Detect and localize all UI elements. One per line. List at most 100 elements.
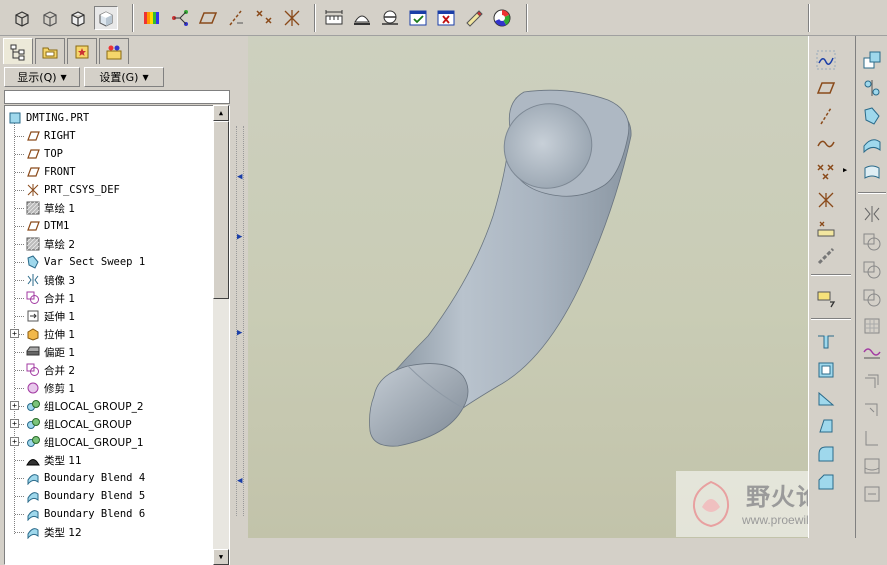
expand-toggle-icon[interactable]: +	[10, 401, 19, 410]
close-window-icon[interactable]	[434, 6, 458, 30]
tree-vertical-scrollbar[interactable]: ▲ ▼	[213, 105, 229, 565]
datum-display-icon[interactable]	[168, 6, 192, 30]
settings-menu-button[interactable]: 设置(G) ▼	[84, 67, 164, 87]
datum-axis-display-icon[interactable]	[224, 6, 248, 30]
thicken-tool-icon[interactable]	[859, 426, 885, 450]
scroll-down-icon[interactable]: ▼	[213, 549, 229, 565]
collapse-left-icon[interactable]: ◀	[237, 172, 242, 182]
sweep-tool-icon[interactable]	[859, 104, 885, 128]
mirror-tool-icon[interactable]	[859, 202, 885, 226]
tree-item[interactable]: Var Sect Sweep 1	[25, 253, 145, 271]
extend-tool-icon[interactable]	[859, 398, 885, 422]
wireframe-view-icon[interactable]	[10, 6, 34, 30]
tree-item[interactable]: 类型 12	[25, 523, 82, 541]
phone-handset-model[interactable]	[248, 36, 808, 538]
tree-item[interactable]: Boundary Blend 5	[25, 487, 145, 505]
tree-item[interactable]: PRT_CSYS_DEF	[25, 181, 120, 199]
blend-tool-icon[interactable]	[859, 132, 885, 156]
chamfer-tool-icon[interactable]	[813, 470, 839, 494]
folder-browser-tab[interactable]	[35, 38, 65, 64]
csys-tool-icon[interactable]	[813, 188, 839, 212]
scroll-up-icon[interactable]: ▲	[213, 105, 229, 121]
connections-tab[interactable]	[99, 38, 129, 64]
tree-item[interactable]: 拉伸 1	[25, 325, 75, 343]
tree-item[interactable]: 延伸 1	[25, 307, 75, 325]
intersect-tool-icon[interactable]	[859, 286, 885, 310]
no-hidden-view-icon[interactable]	[66, 6, 90, 30]
draft-tool-icon[interactable]	[813, 414, 839, 438]
tree-item[interactable]: 合并 2	[25, 361, 75, 379]
expand-toggle-icon[interactable]: +	[10, 437, 19, 446]
model-tree-tab[interactable]	[3, 38, 33, 64]
trim-tool-icon[interactable]	[859, 258, 885, 282]
scroll-thumb[interactable]	[213, 121, 229, 299]
project-tool-icon[interactable]	[859, 454, 885, 478]
datum-plane-display-icon[interactable]	[196, 6, 220, 30]
tree-item[interactable]: 草绘 1	[25, 199, 75, 217]
main-toolbar	[0, 0, 887, 36]
tree-item[interactable]: Boundary Blend 4	[25, 469, 145, 487]
merge-tool-icon[interactable]	[859, 230, 885, 254]
tree-item[interactable]: 草绘 2	[25, 235, 75, 253]
tree-item[interactable]: Boundary Blend 6	[25, 505, 145, 523]
datum-axis-tool-icon[interactable]	[813, 104, 839, 128]
datum-plane-icon	[25, 165, 41, 179]
datum-curve-tool-icon[interactable]	[813, 132, 839, 156]
expand-right-icon[interactable]: ▶	[237, 232, 242, 242]
tree-item[interactable]: 组LOCAL_GROUP_1	[25, 433, 144, 451]
display-menu-button[interactable]: 显示(Q) ▼	[4, 67, 80, 87]
datum-csys-display-icon[interactable]	[280, 6, 304, 30]
tree-root-item[interactable]: DMTING.PRT	[7, 109, 89, 127]
tree-item[interactable]: DTM1	[25, 217, 69, 235]
tree-item-label: 草绘 1	[44, 202, 76, 215]
panel-splitter[interactable]: ◀ ▶ ▶ ◀	[234, 36, 248, 538]
boundary-tool-icon[interactable]	[859, 160, 885, 184]
copy-tool-icon[interactable]	[859, 48, 885, 72]
rib-tool-icon[interactable]	[813, 386, 839, 410]
tree-item[interactable]: 偏距 1	[25, 343, 75, 361]
tree-item[interactable]: 类型 11	[25, 451, 82, 469]
shaded-view-icon[interactable]	[94, 6, 118, 30]
datum-plane-tool-icon[interactable]	[813, 76, 839, 100]
expand-toggle-icon[interactable]: +	[10, 419, 19, 428]
tree-item[interactable]: 镜像 3	[25, 271, 75, 289]
render-icon[interactable]	[462, 6, 486, 30]
tree-item[interactable]: 修剪 1	[25, 379, 75, 397]
flyout-arrow-icon[interactable]: ▶	[843, 166, 847, 174]
shell-tool-icon[interactable]	[813, 358, 839, 382]
hidden-line-view-icon[interactable]	[38, 6, 62, 30]
tree-item[interactable]: TOP	[25, 145, 63, 163]
analysis-icon[interactable]	[378, 6, 402, 30]
hole-tool-icon[interactable]	[813, 330, 839, 354]
tree-item[interactable]: RIGHT	[25, 127, 76, 145]
wrap-tool-icon[interactable]	[859, 482, 885, 506]
offset-tool-icon[interactable]	[859, 370, 885, 394]
datum-point-display-icon[interactable]	[252, 6, 276, 30]
annotation-tool-icon[interactable]	[813, 286, 839, 310]
tree-item[interactable]: 组LOCAL_GROUP_2	[25, 397, 144, 415]
collapse-left-icon[interactable]: ◀	[237, 476, 242, 486]
sketch-tool-icon[interactable]	[813, 48, 839, 72]
tree-item[interactable]: 组LOCAL_GROUP	[25, 415, 132, 433]
expand-right-icon[interactable]: ▶	[237, 328, 242, 338]
favorites-tab[interactable]	[67, 38, 97, 64]
navigator-panel: 显示(Q) ▼ 设置(G) ▼ DMTING.PRT RIGHT TOP FRONT P…	[0, 36, 234, 565]
display-menu-label: 显示(Q)	[17, 71, 57, 84]
appearance-icon[interactable]	[490, 6, 514, 30]
round-tool-icon[interactable]	[813, 442, 839, 466]
datum-point-tool-icon[interactable]	[813, 160, 839, 184]
analysis-feature-icon[interactable]	[813, 216, 839, 240]
style-tool-icon[interactable]	[859, 342, 885, 366]
measure-icon[interactable]	[322, 6, 346, 30]
edit-window-icon[interactable]	[406, 6, 430, 30]
tree-item[interactable]: FRONT	[25, 163, 76, 181]
tree-item[interactable]: 合并 1	[25, 289, 75, 307]
color-appearance-icon[interactable]	[140, 6, 164, 30]
section-icon[interactable]	[350, 6, 374, 30]
pattern-tool-icon[interactable]	[859, 76, 885, 100]
chain-tool-icon[interactable]	[813, 244, 839, 268]
expand-toggle-icon[interactable]: +	[10, 329, 19, 338]
tree-item-label: 草绘 2	[44, 238, 76, 251]
graphics-viewport[interactable]: 野火论坛 www.proewildfire.cn	[248, 36, 808, 538]
solidify-tool-icon[interactable]	[859, 314, 885, 338]
